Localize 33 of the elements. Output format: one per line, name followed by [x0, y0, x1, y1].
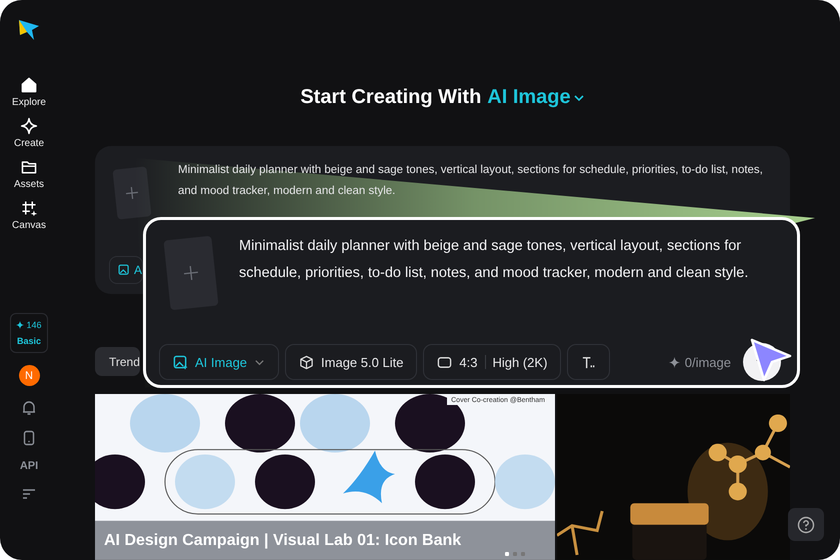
- mode-dropdown[interactable]: AI Image: [487, 86, 585, 110]
- cube-icon: [299, 354, 314, 370]
- ratio-quality-selector[interactable]: 4:3 High (2K): [423, 344, 562, 380]
- logo-icon[interactable]: [17, 18, 41, 42]
- cost-label: 0/image: [668, 354, 731, 370]
- sidebar-item[interactable]: Explore: [12, 76, 46, 108]
- help-button[interactable]: [788, 508, 824, 541]
- home-icon: [20, 76, 38, 94]
- mode-dropdown[interactable]: AI Image: [159, 344, 280, 380]
- api-link[interactable]: API: [20, 460, 38, 472]
- image-icon: [118, 264, 130, 276]
- sidebar-item[interactable]: Assets: [14, 158, 44, 190]
- image-icon: [173, 354, 188, 370]
- prompt-text: Minimalist daily planner with beige and sage tones, vertical layout, sections for schedule, priorities, to-do list, notes, and mood tracker, modern and clean style.: [178, 162, 764, 199]
- plus-icon: [183, 265, 199, 281]
- sparkle-icon: [20, 117, 38, 135]
- help-icon: [797, 516, 815, 534]
- plus-icon: [125, 186, 139, 200]
- sidebar-item[interactable]: Canvas: [12, 199, 46, 231]
- prompt-text: Minimalist daily planner with beige and sage tones, vertical layout, sections for schedule, priorities, to-do list, notes, and mood tracker, modern and clean style.: [239, 237, 750, 283]
- text-style-button[interactable]: [567, 344, 610, 380]
- crop-icon: [20, 199, 38, 217]
- text-style-icon: [581, 354, 596, 370]
- aspect-ratio-icon: [437, 354, 452, 370]
- sparkle-icon: [16, 321, 24, 329]
- sidebar-item[interactable]: Create: [14, 117, 44, 149]
- category-tab[interactable]: Trend: [95, 347, 140, 376]
- bell-icon[interactable]: [21, 400, 37, 416]
- sparkle-icon: [668, 356, 680, 368]
- page-heading: Start Creating With: [300, 86, 482, 110]
- phone-icon[interactable]: [21, 430, 37, 446]
- credits-badge[interactable]: 146 Basic: [10, 313, 48, 353]
- model-selector[interactable]: Image 5.0 Lite: [285, 344, 418, 380]
